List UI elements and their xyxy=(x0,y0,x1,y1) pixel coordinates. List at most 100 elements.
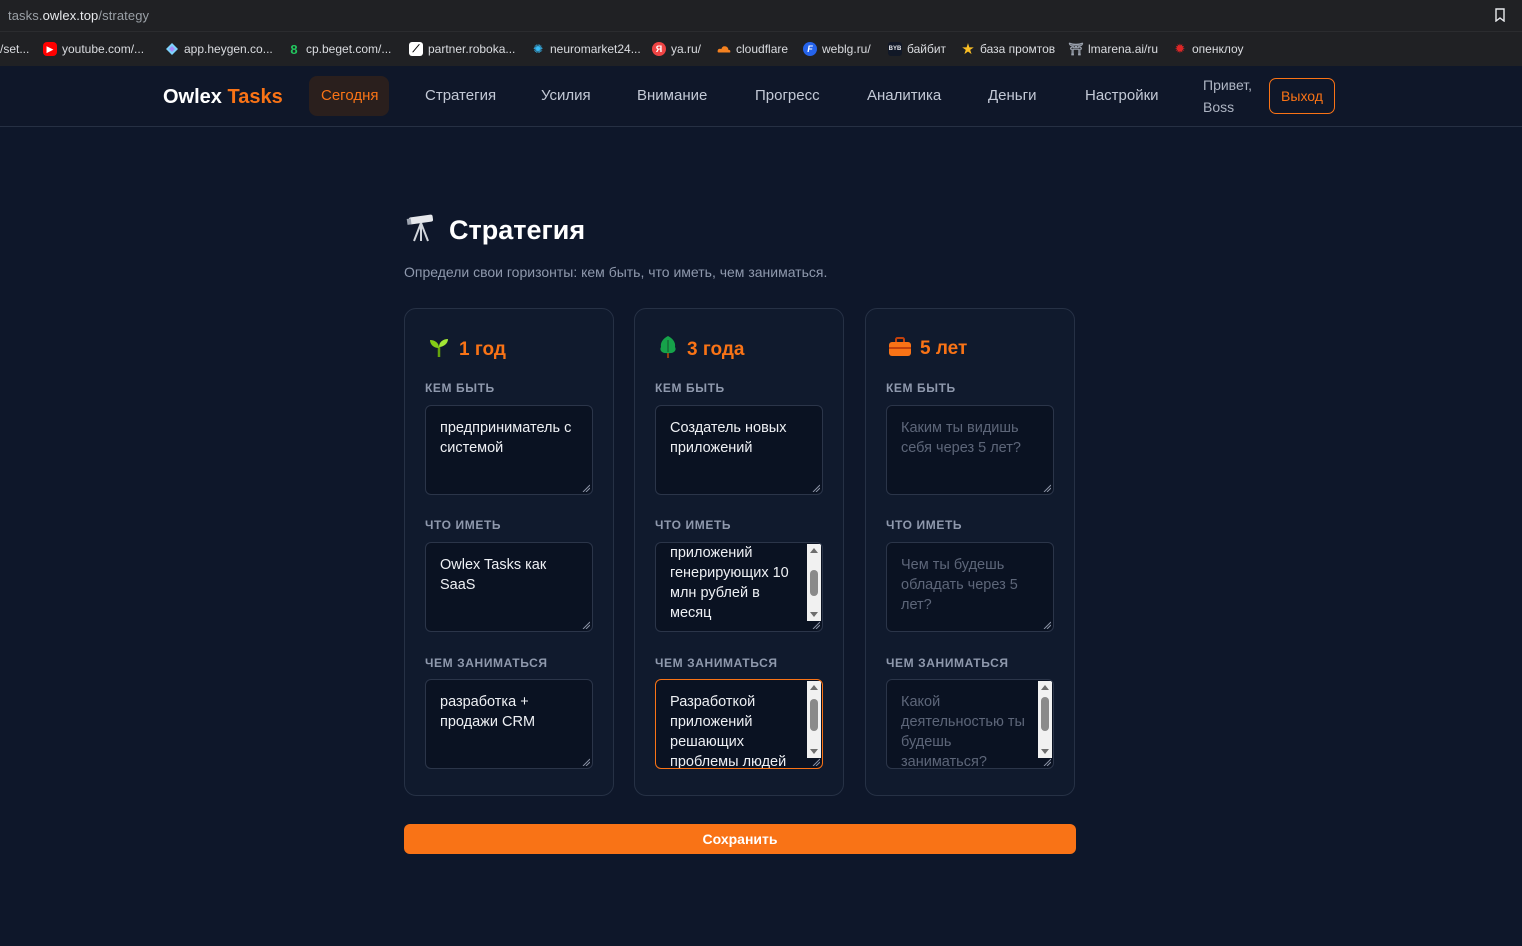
url-text[interactable]: tasks.owlex.top/strategy xyxy=(8,8,149,23)
resize-handle-icon[interactable] xyxy=(812,758,820,766)
bookmark-label: app.heygen.co... xyxy=(184,42,273,56)
openclaw-icon: ✹ xyxy=(1174,41,1186,56)
scroll-up-arrow-icon[interactable] xyxy=(810,685,818,690)
bookmark-item[interactable]: ▶ youtube.com/... xyxy=(43,41,144,57)
bookmark-label: ya.ru/ xyxy=(671,42,702,56)
field-label-do: ЧЕМ ЗАНИМАТЬСЯ xyxy=(655,656,778,670)
bookmark-label: байбит xyxy=(907,42,947,56)
field-label-have: ЧТО ИМЕТЬ xyxy=(886,518,963,532)
bookmark-item[interactable]: cloudflare xyxy=(717,41,788,57)
bookmark-item[interactable]: /set... xyxy=(0,41,29,57)
bookmark-item[interactable]: 8 cp.beget.com/... xyxy=(287,41,391,57)
tree-icon xyxy=(657,335,679,364)
scrollbar-thumb[interactable] xyxy=(810,699,818,731)
who-textarea[interactable]: предприниматель с системой xyxy=(425,405,593,495)
bookmark-item[interactable]: ⛩ lmarena.ai/ru xyxy=(1068,41,1159,57)
telescope-icon xyxy=(405,212,437,249)
field-label-who: КЕМ БЫТЬ xyxy=(886,381,956,395)
bookmark-item[interactable]: ✺ neuromarket24... xyxy=(531,41,641,57)
page-title: Стратегия xyxy=(405,212,585,249)
weblg-icon: F xyxy=(803,42,817,56)
nav-money[interactable]: Деньги xyxy=(976,76,1048,116)
nav-progress[interactable]: Прогресс xyxy=(743,76,832,116)
app-header: Owlex Tasks Сегодня Стратегия Усилия Вни… xyxy=(0,66,1522,127)
neuromarket-icon: ✺ xyxy=(532,42,544,56)
browser-url-bar[interactable]: tasks.owlex.top/strategy xyxy=(0,0,1522,32)
bookmark-label: cloudflare xyxy=(736,42,789,56)
scroll-down-arrow-icon[interactable] xyxy=(810,612,818,617)
bybit-icon: BYB xyxy=(888,42,902,56)
seedling-icon xyxy=(427,335,451,364)
scroll-down-arrow-icon[interactable] xyxy=(810,749,818,754)
horizon-card-3-years: 3 года КЕМ БЫТЬ Создатель новых приложен… xyxy=(634,308,844,796)
bookmark-item[interactable]: ✹ опенклоу xyxy=(1173,41,1244,57)
yandex-icon: Я xyxy=(652,42,666,56)
lmarena-icon: ⛩ xyxy=(1068,42,1084,56)
scroll-up-arrow-icon[interactable] xyxy=(1041,685,1049,690)
do-textarea[interactable]: Разработкой приложений решающих проблемы… xyxy=(655,679,823,769)
horizon-card-5-years: 5 лет КЕМ БЫТЬ Каким ты видишь себя чере… xyxy=(865,308,1075,796)
bookmark-item[interactable]: Яya.ru/ xyxy=(652,41,701,57)
page-subtitle: Определи свои горизонты: кем быть, что и… xyxy=(404,264,828,280)
textarea-scrollbar[interactable] xyxy=(807,544,821,621)
bookmark-page-icon[interactable] xyxy=(1494,8,1506,22)
bookmark-label: weblg.ru/ xyxy=(822,42,871,56)
heygen-icon xyxy=(165,42,179,56)
card-title: 5 лет xyxy=(920,337,968,359)
bookmark-label: база промтов xyxy=(980,42,1056,56)
field-label-have: ЧТО ИМЕТЬ xyxy=(425,518,502,532)
do-textarea[interactable]: разработка + продажи CRM xyxy=(425,679,593,769)
bookmark-label: опенклоу xyxy=(1192,42,1244,56)
scrollbar-thumb[interactable] xyxy=(1041,697,1049,731)
card-title: 3 года xyxy=(687,338,745,360)
bookmark-item[interactable]: app.heygen.co... xyxy=(165,41,273,57)
field-label-who: КЕМ БЫТЬ xyxy=(425,381,495,395)
youtube-icon: ▶ xyxy=(43,42,57,56)
app-logo[interactable]: Owlex Tasks xyxy=(163,86,283,109)
star-icon: ★ xyxy=(961,41,975,58)
bookmark-item[interactable]: ★ база промтов xyxy=(961,41,1056,58)
nav-attention[interactable]: Внимание xyxy=(625,76,719,116)
bookmark-item[interactable]: Fweblg.ru/ xyxy=(803,41,871,57)
textarea-scrollbar[interactable] xyxy=(1038,681,1052,758)
bookmark-label: youtube.com/... xyxy=(62,42,145,56)
scroll-down-arrow-icon[interactable] xyxy=(1041,749,1049,754)
bookmark-item[interactable]: BYB байбит xyxy=(888,41,946,57)
bookmark-label: lmarena.ai/ru xyxy=(1088,42,1159,56)
textarea-scrollbar[interactable] xyxy=(807,681,821,758)
resize-handle-icon[interactable] xyxy=(582,758,590,766)
do-textarea[interactable]: Какой деятельностью ты будешь заниматься… xyxy=(886,679,1054,769)
nav-settings[interactable]: Настройки xyxy=(1073,76,1171,116)
scroll-up-arrow-icon[interactable] xyxy=(810,548,818,553)
resize-handle-icon[interactable] xyxy=(582,621,590,629)
resize-handle-icon[interactable] xyxy=(1043,621,1051,629)
resize-handle-icon[interactable] xyxy=(582,484,590,492)
scrollbar-thumb[interactable] xyxy=(810,570,818,596)
have-textarea[interactable]: Owlex Tasks как SaaS xyxy=(425,542,593,632)
briefcase-icon xyxy=(888,335,912,362)
resize-handle-icon[interactable] xyxy=(1043,484,1051,492)
resize-handle-icon[interactable] xyxy=(812,621,820,629)
bookmark-item[interactable]: ⟋ partner.roboka... xyxy=(409,41,515,57)
bookmark-label: cp.beget.com/... xyxy=(306,42,392,56)
save-button[interactable]: Сохранить xyxy=(404,824,1076,854)
bookmarks-bar: /set... ▶ youtube.com/... app.heygen.co..… xyxy=(0,32,1522,66)
nav-today[interactable]: Сегодня xyxy=(309,76,389,116)
who-textarea[interactable]: Каким ты видишь себя через 5 лет? xyxy=(886,405,1054,495)
resize-handle-icon[interactable] xyxy=(812,484,820,492)
resize-handle-icon[interactable] xyxy=(1043,758,1051,766)
logout-button[interactable]: Выход xyxy=(1269,78,1335,114)
card-title: 1 год xyxy=(459,338,506,360)
who-textarea[interactable]: Создатель новых приложений xyxy=(655,405,823,495)
cloudflare-icon xyxy=(717,42,731,56)
have-textarea[interactable]: минимум 100 приложений генерирующих 10 м… xyxy=(655,542,823,632)
field-label-who: КЕМ БЫТЬ xyxy=(655,381,725,395)
nav-efforts[interactable]: Усилия xyxy=(529,76,603,116)
user-greeting: Привет, Boss xyxy=(1203,77,1253,115)
have-textarea[interactable]: Чем ты будешь обладать через 5 лет? xyxy=(886,542,1054,632)
beget-icon: 8 xyxy=(290,41,298,57)
bookmark-label: /set... xyxy=(0,42,30,56)
page-heading: Стратегия xyxy=(449,215,586,245)
nav-analytics[interactable]: Аналитика xyxy=(855,76,953,116)
nav-strategy[interactable]: Стратегия xyxy=(413,76,508,116)
